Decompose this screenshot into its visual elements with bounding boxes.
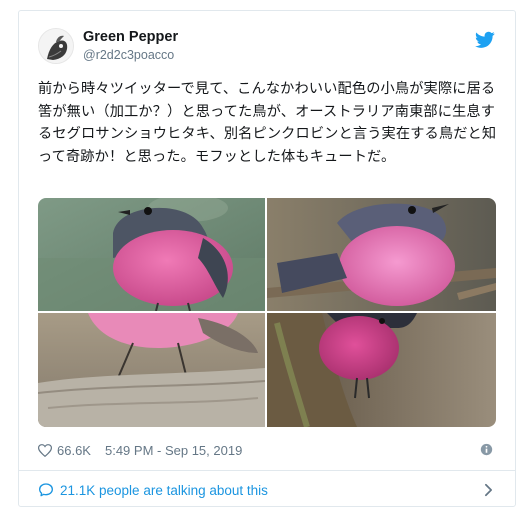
heart-icon[interactable] bbox=[38, 443, 52, 457]
like-count[interactable]: 66.6K bbox=[57, 443, 91, 458]
info-icon[interactable] bbox=[480, 443, 493, 456]
photo-1[interactable] bbox=[38, 198, 265, 311]
photo-3[interactable] bbox=[38, 313, 265, 427]
pink-robin-photo bbox=[267, 313, 496, 427]
pink-robin-photo bbox=[38, 198, 265, 311]
chevron-right-icon[interactable] bbox=[484, 483, 493, 497]
tweet-meta-row: 66.6K 5:49 PM - Sep 15, 2019 bbox=[38, 441, 242, 459]
pink-robin-photo bbox=[267, 198, 496, 311]
speech-bubble-icon bbox=[39, 483, 53, 497]
avatar-illustration bbox=[39, 29, 73, 63]
conversation-label[interactable]: 21.1K people are talking about this bbox=[60, 483, 268, 498]
divider bbox=[19, 470, 515, 471]
tweet-timestamp[interactable]: 5:49 PM - Sep 15, 2019 bbox=[105, 443, 242, 458]
tweet-text: 前から時々ツイッターで見て、こんなかわいい配色の小鳥が実際に居る筈が無い（加工か… bbox=[38, 81, 497, 165]
photo-grid bbox=[38, 198, 496, 427]
conversation-link[interactable]: 21.1K people are talking about this bbox=[38, 480, 268, 500]
twitter-bird-icon[interactable] bbox=[475, 31, 495, 49]
tweet-card[interactable]: Green Pepper @r2d2c3poacco 前から時々ツイッターで見て… bbox=[18, 10, 516, 507]
photo-2[interactable] bbox=[267, 198, 496, 311]
user-handle[interactable]: @r2d2c3poacco bbox=[83, 48, 174, 62]
display-name[interactable]: Green Pepper bbox=[83, 29, 178, 45]
avatar[interactable] bbox=[38, 28, 74, 64]
pink-robin-photo bbox=[38, 313, 265, 427]
photo-4[interactable] bbox=[267, 313, 496, 427]
